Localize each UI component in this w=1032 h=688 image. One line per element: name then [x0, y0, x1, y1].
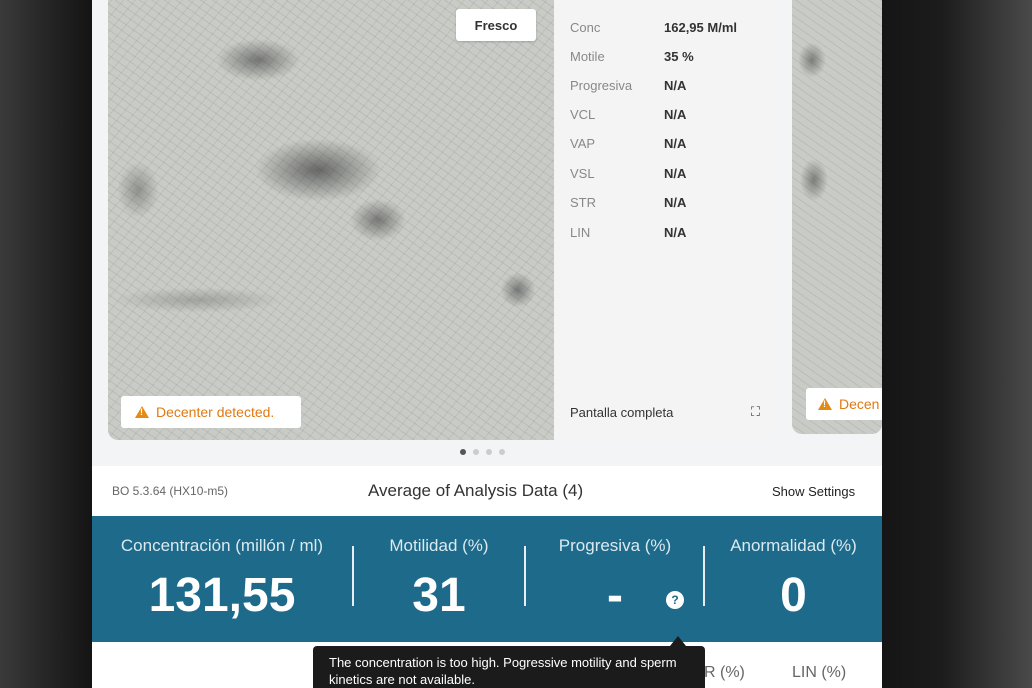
next-analysis-card[interactable]: Decen [792, 0, 882, 434]
stat-value: N/A [664, 194, 687, 210]
metric-value: 131,55 [148, 569, 296, 622]
metrics-panel: Concentración (millón / ml) 131,55 Motil… [92, 516, 882, 642]
metric-motility: Motilidad (%) 31 [354, 516, 524, 642]
summary-title: Average of Analysis Data (4) [368, 481, 584, 500]
stat-row-vsl: VSL N/A [570, 163, 686, 183]
warning-text: Decenter detected. [156, 404, 275, 420]
stat-row-str: STR N/A [570, 192, 686, 212]
metric-label: Motilidad (%) [389, 536, 489, 555]
stat-label: VCL [570, 106, 596, 122]
warning-icon [818, 398, 832, 410]
page-dot[interactable] [473, 449, 479, 455]
stat-label: Conc [570, 19, 601, 35]
metric-progressive: Progresiva (%) - [526, 516, 704, 642]
device-bezel-right [882, 0, 1032, 688]
warning-text-peek: Decen [839, 396, 880, 412]
show-settings-button[interactable]: Show Settings [772, 484, 855, 499]
metric-label: Anormalidad (%) [730, 536, 857, 555]
fullscreen-label: Pantalla completa [570, 404, 674, 420]
carousel-pagination [460, 449, 505, 455]
stat-value: N/A [664, 77, 687, 93]
stat-row-vcl: VCL N/A [570, 104, 686, 124]
stat-row-motile: Motile 35 % [570, 46, 694, 66]
metric-concentration: Concentración (millón / ml) 131,55 [92, 516, 352, 642]
expand-icon: ⛶ [750, 404, 760, 419]
stat-row-progresiva: Progresiva N/A [570, 75, 686, 95]
metric-value: - [607, 569, 623, 622]
decenter-warning: Decenter detected. [121, 396, 301, 428]
stat-label: VAP [570, 135, 596, 151]
app-screen: Fresco Decenter detected. Conc 162,95 M/… [92, 0, 882, 688]
metric-abnormality: Anormalidad (%) 0 [705, 516, 882, 642]
stat-row-conc: Conc 162,95 M/ml [570, 17, 737, 37]
stat-value: N/A [664, 165, 687, 181]
warning-icon [135, 406, 149, 418]
page-dot[interactable] [460, 449, 466, 455]
decenter-warning-peek: Decen [806, 388, 882, 420]
stat-value: 35 % [664, 48, 694, 64]
stat-row-lin: LIN N/A [570, 222, 686, 242]
metric-value: 0 [780, 569, 807, 622]
summary-header: BO 5.3.64 (HX10-m5) Average of Analysis … [92, 466, 882, 516]
column-label-lin: LIN (%) [792, 664, 847, 681]
microscope-image: Fresco Decenter detected. [108, 0, 554, 440]
analysis-card[interactable]: Fresco Decenter detected. Conc 162,95 M/… [108, 0, 774, 440]
stat-label: Progresiva [570, 77, 633, 93]
stat-label: STR [570, 194, 596, 210]
fullscreen-button[interactable]: Pantalla completa ⛶ [570, 400, 760, 424]
metric-label: Concentración (millón / ml) [120, 536, 324, 555]
page-dot[interactable] [499, 449, 505, 455]
device-bezel-left [0, 0, 92, 688]
metric-value: 31 [412, 569, 466, 622]
page-dot[interactable] [486, 449, 492, 455]
stat-label: Motile [570, 48, 605, 64]
stat-value: N/A [664, 106, 687, 122]
concentration-tooltip: The concentration is too high. Pogressiv… [313, 646, 705, 688]
stat-label: VSL [570, 165, 595, 181]
metric-label: Progresiva (%) [558, 536, 672, 555]
column-label-str: R (%) [704, 664, 745, 681]
stat-value: 162,95 M/ml [664, 19, 737, 35]
help-icon[interactable]: ? [666, 591, 684, 609]
stat-label: LIN [570, 224, 591, 240]
stats-panel: Conc 162,95 M/ml Motile 35 % Progresiva … [554, 0, 774, 440]
stat-row-vap: VAP N/A [570, 133, 686, 153]
version-label: BO 5.3.64 (HX10-m5) [112, 484, 229, 498]
stat-value: N/A [664, 135, 687, 151]
mode-badge: Fresco [456, 9, 536, 41]
stat-value: N/A [664, 224, 687, 240]
tooltip-arrow [670, 636, 686, 646]
